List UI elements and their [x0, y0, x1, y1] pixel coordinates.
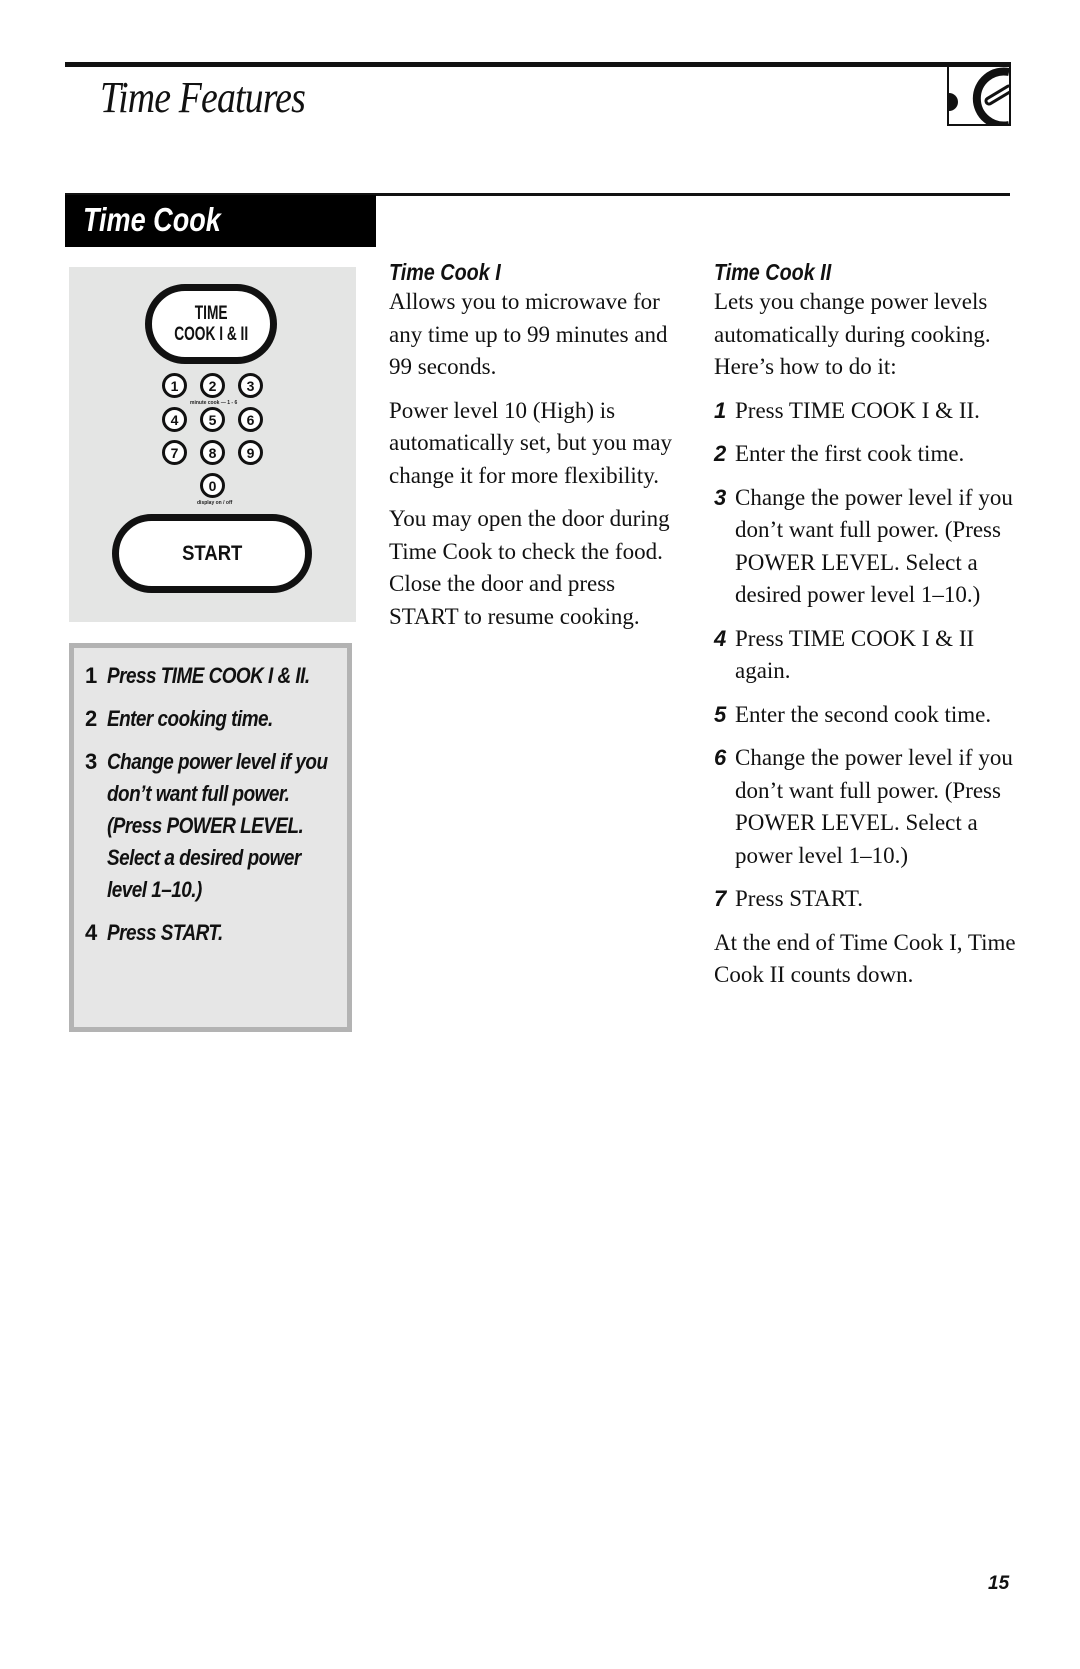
quick-steps-box: 1 Press TIME COOK I & II. 2 Enter cooking … — [69, 643, 352, 1032]
keypad-illustration: TIME COOK I & II 1 2 3 minute cook — 1 -… — [69, 267, 356, 622]
quick-step: 3 Change power level if you don’t want fu… — [74, 746, 347, 906]
quick-step: 2 Enter cooking time. — [74, 703, 347, 735]
number-key-4: 4 — [162, 407, 187, 432]
step-text: Press TIME COOK I & II. — [107, 663, 310, 688]
start-button: START — [112, 514, 312, 593]
number-key-2: 2 — [200, 373, 225, 398]
paragraph: You may open the door during Time Cook t… — [389, 506, 670, 629]
step-number: 3 — [714, 484, 727, 510]
step-item: 1 Press TIME COOK I & II. — [714, 395, 1019, 428]
step-text: Enter cooking time. — [107, 706, 273, 731]
number-key-3: 3 — [238, 373, 263, 398]
step-number: 6 — [714, 745, 727, 770]
step-text: Change the power level if you don’t want… — [735, 484, 1013, 608]
page-number: 15 — [988, 1573, 1010, 1594]
time-cook-button: TIME COOK I & II — [145, 284, 277, 364]
display-on-off-label: display on / off — [197, 500, 233, 506]
step-number: 2 — [714, 441, 727, 466]
time-cook-label-line2: COOK I & II — [174, 324, 248, 345]
number-key-5: 5 — [200, 407, 225, 432]
quick-step: 4 Press START. — [74, 917, 347, 949]
time-cook-2-steps: 1 Press TIME COOK I & II. 2 Enter the firs… — [714, 395, 1019, 916]
quick-steps-list: 1 Press TIME COOK I & II. 2 Enter cooking … — [74, 648, 347, 949]
minute-cook-label: minute cook — 1 - 6 — [190, 400, 238, 406]
paragraph: Power level 10 (High) is automatically s… — [389, 397, 672, 488]
step-number: 4 — [85, 920, 97, 945]
step-text: Press TIME COOK I & II. — [735, 397, 980, 423]
header-rule — [65, 62, 950, 67]
step-text: Press START. — [735, 886, 863, 911]
number-key-8: 8 — [200, 440, 225, 465]
number-key-6: 6 — [238, 407, 263, 432]
step-item: 4 Press TIME COOK I & II again. — [714, 623, 1019, 688]
step-text: Press START. — [107, 920, 223, 945]
number-key-7: 7 — [162, 440, 187, 465]
intro-paragraph: Lets you change power levels automatical… — [714, 289, 991, 379]
timer-dial-icon — [949, 67, 1009, 126]
page-title: Time Features — [100, 73, 306, 122]
section-header: Time Cook — [65, 195, 376, 247]
step-item: 3 Change the power level if you don’t wan… — [714, 482, 1019, 612]
number-key-0: 0 — [200, 473, 225, 498]
step-text: Enter the second cook time. — [735, 701, 992, 727]
step-text: Press TIME COOK I & II again. — [735, 625, 975, 684]
quick-step: 1 Press TIME COOK I & II. — [74, 660, 347, 692]
step-number: 7 — [714, 886, 727, 911]
step-item: 6 Change the power level if you don’t wan… — [714, 742, 1019, 872]
time-cook-1-column: Time Cook I Allows you to microwave for … — [389, 258, 674, 644]
step-text: Change the power level if you don’t want… — [735, 745, 1013, 868]
step-number: 2 — [85, 706, 97, 731]
time-cook-2-column: Time Cook II Lets you change power level… — [714, 258, 1019, 1003]
step-number: 5 — [714, 701, 727, 727]
time-cook-1-heading: Time Cook I — [389, 259, 501, 285]
outro-paragraph: At the end of Time Cook I, Time Cook II … — [714, 929, 1016, 988]
step-item: 5 Enter the second cook time. — [714, 699, 1019, 732]
step-text: Enter the first cook time. — [735, 441, 965, 466]
step-item: 2 Enter the first cook time. — [714, 438, 1019, 471]
step-number: 4 — [714, 625, 727, 651]
step-number: 1 — [85, 663, 97, 688]
step-item: 7 Press START. — [714, 883, 1019, 916]
step-text: Change power level if you don’t want ful… — [107, 749, 328, 902]
time-cook-label-line1: TIME — [194, 303, 228, 324]
paragraph: Allows you to microwave for any time up … — [389, 289, 668, 379]
number-key-9: 9 — [238, 440, 263, 465]
step-number: 3 — [85, 749, 97, 774]
chapter-tab — [947, 62, 1011, 126]
number-key-1: 1 — [162, 373, 187, 398]
start-label: START — [181, 541, 243, 565]
section-title: Time Cook — [83, 201, 221, 238]
time-cook-2-heading: Time Cook II — [714, 259, 832, 285]
step-number: 1 — [714, 397, 727, 423]
